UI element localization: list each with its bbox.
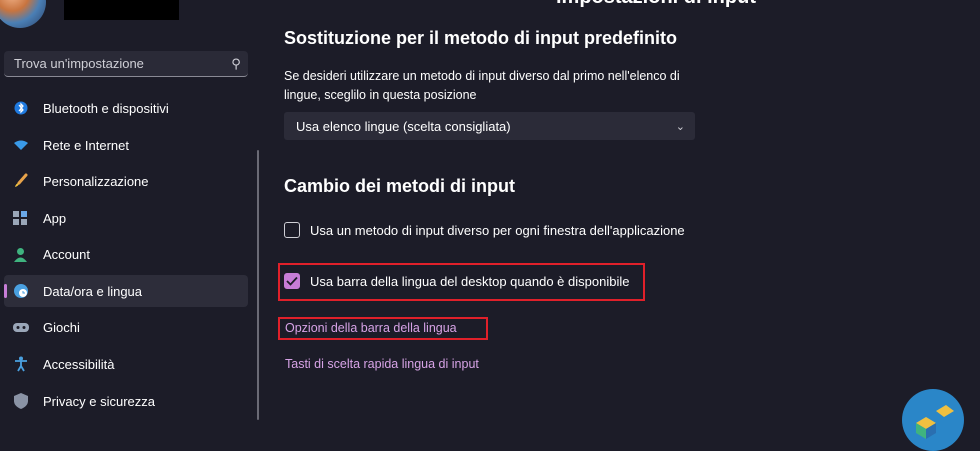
avatar[interactable] <box>0 0 46 28</box>
per-app-input-checkbox[interactable] <box>284 222 300 238</box>
gamepad-icon <box>12 319 29 336</box>
sidebar-item-personalization[interactable]: Personalizzazione <box>4 165 248 197</box>
sidebar-item-label: Bluetooth e dispositivi <box>43 100 169 116</box>
search-box[interactable]: ⚲ <box>4 51 248 77</box>
wifi-icon <box>12 137 29 154</box>
redacted-user-name <box>64 0 179 20</box>
brush-icon <box>12 173 29 190</box>
sidebar-item-label: Privacy e sicurezza <box>43 393 155 409</box>
sidebar-item-apps[interactable]: App <box>4 202 248 234</box>
sidebar-item-account[interactable]: Account <box>4 238 248 270</box>
sidebar-item-network[interactable]: Rete e Internet <box>4 129 248 161</box>
active-indicator <box>4 284 7 298</box>
sidebar-item-gaming[interactable]: Giochi <box>4 311 248 343</box>
sidebar-item-label: Giochi <box>43 319 80 335</box>
highlight-box-link <box>278 317 488 340</box>
override-description: Se desideri utilizzare un metodo di inpu… <box>284 69 680 102</box>
sidebar-item-bluetooth[interactable]: Bluetooth e dispositivi <box>4 92 248 124</box>
switching-section-title: Cambio dei metodi di input <box>284 176 515 196</box>
bluetooth-icon <box>12 100 29 117</box>
sidebar-item-accessibility[interactable]: Accessibilità <box>4 348 248 380</box>
checkbox-label: Usa un metodo di input diverso per ogni … <box>310 222 685 238</box>
watermark-logo <box>902 389 964 451</box>
sidebar-item-label: Rete e Internet <box>43 137 129 153</box>
accessibility-icon <box>12 356 29 373</box>
search-icon[interactable]: ⚲ <box>224 56 248 72</box>
account-icon <box>12 246 29 263</box>
sidebar-item-time-language[interactable]: Data/ora e lingua <box>4 275 248 307</box>
select-value: Usa elenco lingue (scelta consigliata) <box>296 118 511 134</box>
main-content: impostazioni di input Sostituzione per i… <box>260 0 980 420</box>
sidebar-item-label: App <box>43 210 67 226</box>
per-app-input-checkbox-row[interactable]: Usa un metodo di input diverso per ogni … <box>284 222 685 238</box>
shield-icon <box>12 393 29 410</box>
sidebar-item-label: Account <box>43 246 90 262</box>
highlight-box-checkbox <box>278 263 645 301</box>
apps-icon <box>12 210 29 227</box>
page-title: impostazioni di input <box>556 0 756 9</box>
globe-clock-icon <box>12 283 29 300</box>
sidebar-item-label: Accessibilità <box>43 356 115 372</box>
sidebar-item-label: Personalizzazione <box>43 173 149 189</box>
sidebar-item-privacy[interactable]: Privacy e sicurezza <box>4 385 248 417</box>
sidebar-item-label: Data/ora e lingua <box>43 283 143 299</box>
sidebar: ⚲ Bluetooth e dispositivi Rete e Interne… <box>0 0 259 420</box>
override-section-title: Sostituzione per il metodo di input pred… <box>284 28 677 48</box>
chevron-down-icon: ⌄ <box>675 120 685 133</box>
sidebar-scrollbar[interactable] <box>257 150 259 420</box>
search-input[interactable] <box>4 56 224 71</box>
input-language-hotkeys-link[interactable]: Tasti di scelta rapida lingua di input <box>285 357 479 371</box>
default-input-method-select[interactable]: Usa elenco lingue (scelta consigliata) ⌄ <box>284 112 695 140</box>
